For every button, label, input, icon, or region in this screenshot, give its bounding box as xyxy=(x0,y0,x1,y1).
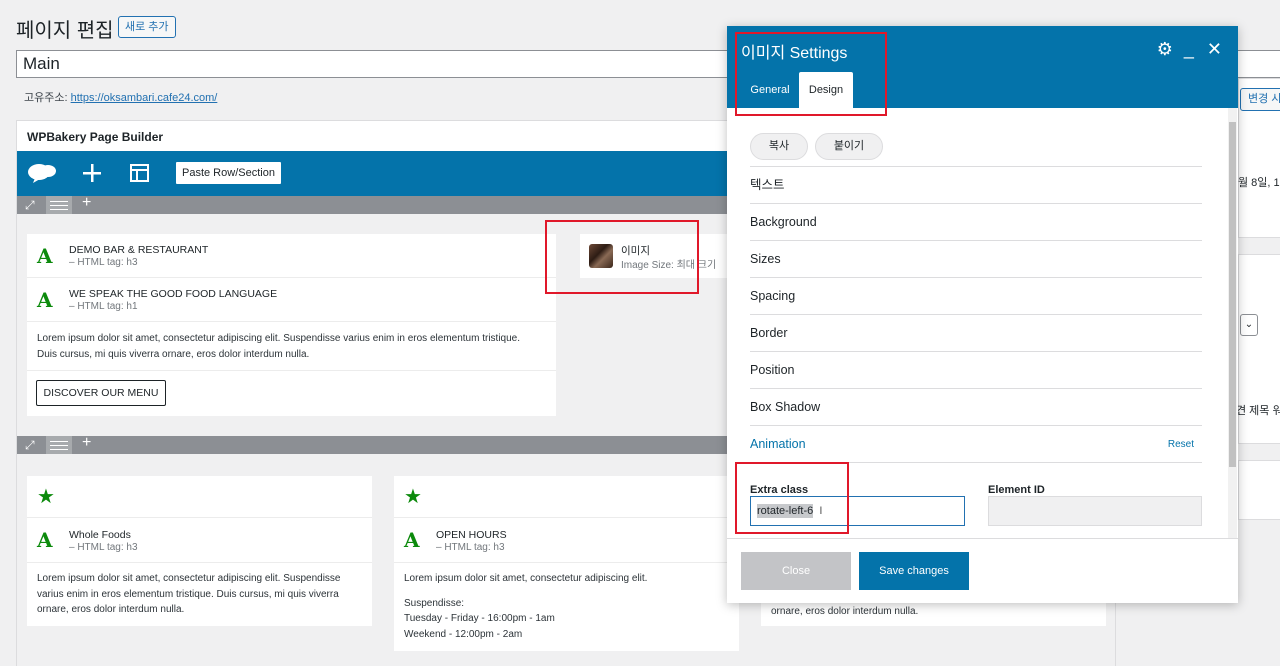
permalink-link[interactable]: https://oksambari.cafe24.com/ xyxy=(71,92,218,104)
section-background[interactable]: Background xyxy=(750,203,1202,240)
reset-link[interactable]: Reset xyxy=(1168,426,1194,463)
text-heading-icon: A xyxy=(37,528,53,552)
section-position[interactable]: Position xyxy=(750,351,1202,388)
add-new-button[interactable]: 새로 추가 xyxy=(118,16,176,38)
close-button[interactable]: Close xyxy=(741,552,851,590)
icon-element[interactable]: ★ xyxy=(27,476,372,518)
page-title: 페이지 편집 xyxy=(16,20,114,42)
row-add-icon[interactable]: + xyxy=(82,195,91,211)
featured-image-box xyxy=(1238,460,1280,520)
row-drag-handle[interactable] xyxy=(46,196,72,214)
text-block-content: Lorem ipsum dolor sit amet, consectetur … xyxy=(37,573,341,615)
permalink: 고유주소: https://oksambari.cafe24.com/ xyxy=(24,89,217,105)
add-element-icon[interactable] xyxy=(79,162,105,184)
section-animation-label: Animation xyxy=(750,437,806,451)
save-changes-button[interactable]: Save changes xyxy=(859,552,969,590)
element-subtitle: – HTML tag: h3 xyxy=(69,257,138,268)
text-heading-icon: A xyxy=(37,244,53,268)
element-title: DEMO BAR & RESTAURANT xyxy=(69,244,209,256)
heading-element[interactable]: A Whole Foods – HTML tag: h3 xyxy=(27,518,372,563)
wpbakery-logo-icon[interactable] xyxy=(27,162,57,184)
change-status-button[interactable]: 변경 시 xyxy=(1240,88,1280,111)
section-border[interactable]: Border xyxy=(750,314,1202,351)
discover-menu-button[interactable]: DISCOVER OUR MENU xyxy=(36,380,166,406)
element-title: Whole Foods xyxy=(69,529,131,541)
column-1: A DEMO BAR & RESTAURANT – HTML tag: h3 A… xyxy=(27,234,556,416)
row-expand-icon[interactable]: ⤢ xyxy=(25,198,35,212)
modal-header-icons: ⚙ _ ✕ xyxy=(1157,39,1222,60)
text-block-element[interactable]: Lorem ipsum dolor sit amet, consectetur … xyxy=(27,563,372,626)
element-subtitle: – HTML tag: h1 xyxy=(69,301,138,312)
text-heading-icon: A xyxy=(37,288,53,312)
publish-date: 월 8일, 12 xyxy=(1238,177,1280,189)
column-2: ★ A OPEN HOURS – HTML tag: h3 Lorem ipsu… xyxy=(394,476,739,651)
heading-element[interactable]: A WE SPEAK THE GOOD FOOD LANGUAGE – HTML… xyxy=(27,278,556,322)
column-1: ★ A Whole Foods – HTML tag: h3 Lorem ips… xyxy=(27,476,372,626)
template-select[interactable]: ⌄ xyxy=(1240,314,1258,336)
gear-icon[interactable]: ⚙ xyxy=(1157,39,1173,59)
element-subtitle: – HTML tag: h3 xyxy=(69,542,138,553)
text-block-content: Lorem ipsum dolor sit amet, consectetur … xyxy=(37,333,520,360)
highlight-box xyxy=(735,32,887,116)
text-block-line: Suspendisse: xyxy=(404,598,465,609)
scrollbar-thumb[interactable] xyxy=(1229,122,1236,467)
permalink-label: 고유주소: xyxy=(24,92,68,104)
copy-button[interactable]: 복사 xyxy=(750,133,808,160)
modal-footer: Close Save changes xyxy=(727,538,1238,603)
element-title: OPEN HOURS xyxy=(436,529,507,541)
star-icon: ★ xyxy=(37,486,55,508)
row-add-icon[interactable]: + xyxy=(82,435,91,451)
template-icon[interactable] xyxy=(127,162,153,184)
row-drag-handle[interactable] xyxy=(46,436,72,454)
minimize-icon[interactable]: _ xyxy=(1184,39,1194,59)
element-id-label: Element ID xyxy=(988,484,1045,496)
section-animation[interactable]: Animation Reset xyxy=(750,425,1202,462)
sidebar-title-note: 견 제목 워 xyxy=(1236,405,1280,417)
section-sizes[interactable]: Sizes xyxy=(750,240,1202,277)
highlight-box xyxy=(545,220,699,294)
paste-button[interactable]: 붙이기 xyxy=(815,133,883,160)
icon-element[interactable]: ★ xyxy=(394,476,739,518)
heading-element[interactable]: A DEMO BAR & RESTAURANT – HTML tag: h3 xyxy=(27,234,556,278)
heading-element[interactable]: A OPEN HOURS – HTML tag: h3 xyxy=(394,518,739,563)
text-heading-icon: A xyxy=(404,528,420,552)
row-expand-icon[interactable]: ⤢ xyxy=(25,438,35,452)
button-element[interactable]: DISCOVER OUR MENU xyxy=(27,371,556,416)
section-box-shadow[interactable]: Box Shadow xyxy=(750,388,1202,425)
text-block-line: Tuesday - Friday - 16:00pm - 1am xyxy=(404,613,555,624)
star-icon: ★ xyxy=(404,486,422,508)
section-spacing[interactable]: Spacing xyxy=(750,277,1202,314)
element-title: WE SPEAK THE GOOD FOOD LANGUAGE xyxy=(69,288,278,300)
modal-scrollbar[interactable] xyxy=(1228,108,1237,538)
text-block-element[interactable]: Lorem ipsum dolor sit amet, consectetur … xyxy=(394,563,739,651)
text-block-line: Lorem ipsum dolor sit amet, consectetur … xyxy=(404,573,648,584)
element-subtitle: – HTML tag: h3 xyxy=(436,542,505,553)
section-text[interactable]: 텍스트 xyxy=(750,166,1202,203)
text-block-content: ornare, eros dolor interdum nulla. xyxy=(771,606,919,617)
text-block-line: Weekend - 12:00pm - 2am xyxy=(404,629,523,640)
element-id-input[interactable] xyxy=(988,496,1202,526)
close-icon[interactable]: ✕ xyxy=(1207,39,1222,59)
paste-row-button[interactable]: Paste Row/Section xyxy=(176,162,281,184)
text-block-element[interactable]: Lorem ipsum dolor sit amet, consectetur … xyxy=(27,322,556,371)
highlight-box xyxy=(735,462,849,534)
